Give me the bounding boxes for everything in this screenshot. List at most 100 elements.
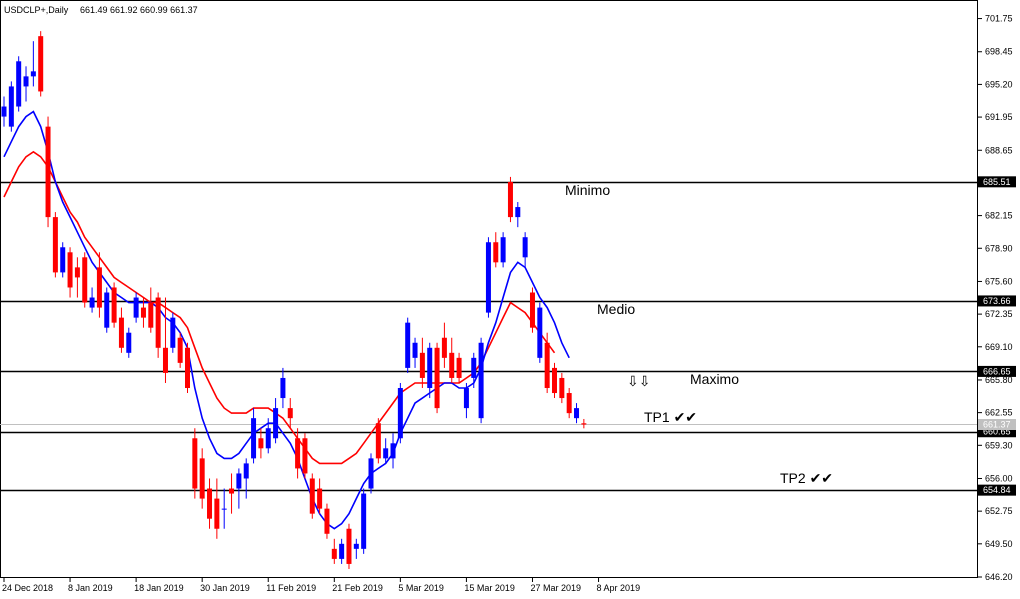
x-tick-label: 5 Mar 2019 xyxy=(398,583,444,593)
candle-body xyxy=(287,408,293,419)
candle-body xyxy=(16,61,22,107)
price-tag-label: 661.37 xyxy=(983,419,1011,429)
y-tick-label: 672.35 xyxy=(985,309,1013,319)
candle-body xyxy=(383,448,389,459)
candle-body xyxy=(485,242,491,313)
candle-body xyxy=(552,367,557,394)
candle-body xyxy=(471,357,477,378)
candle-body xyxy=(405,322,411,368)
candle-body xyxy=(346,528,352,564)
candle-body xyxy=(566,393,572,414)
candle-body xyxy=(118,317,124,348)
candle-body xyxy=(493,242,499,263)
candle-body xyxy=(544,342,550,389)
y-tick-label: 656.00 xyxy=(985,473,1013,483)
candle-body xyxy=(38,36,44,92)
candle-body xyxy=(258,438,264,449)
y-tick-label: 701.75 xyxy=(985,14,1013,24)
candle xyxy=(82,252,88,308)
candle-body xyxy=(243,463,249,479)
y-tick-label: 659.30 xyxy=(985,440,1013,450)
candle-body xyxy=(229,488,235,494)
price-chart[interactable]: USDCLP+,Daily 661.49 661.92 660.99 661.3… xyxy=(0,0,1020,599)
candle-body xyxy=(265,428,271,449)
price-tag-label: 654.84 xyxy=(983,485,1011,495)
candle-body xyxy=(133,297,139,318)
candle-body xyxy=(441,337,447,358)
candle-body xyxy=(273,408,279,439)
candle-body xyxy=(162,347,168,373)
candle-body xyxy=(390,443,396,459)
candle xyxy=(485,237,491,318)
x-axis: 24 Dec 2018 8 Jan 2019 18 Jan 2019 30 Jan 2… xyxy=(2,577,640,593)
candle-body xyxy=(529,292,535,328)
candle-body xyxy=(251,418,257,459)
candle-body xyxy=(148,302,154,328)
candle-body xyxy=(559,377,565,399)
x-tick-label: 30 Jan 2019 xyxy=(200,583,250,593)
candle xyxy=(324,503,330,539)
candle-body xyxy=(170,317,176,348)
candle-body xyxy=(522,237,528,258)
price-tag-label: 685.51 xyxy=(983,177,1011,187)
candle xyxy=(507,176,513,223)
candle xyxy=(16,56,22,112)
candle xyxy=(346,523,352,569)
annotation-tp1: TP1 ✔✔ xyxy=(644,409,697,425)
candle-body xyxy=(537,307,543,358)
x-tick-label: 8 Apr 2019 xyxy=(597,583,641,593)
candle xyxy=(111,282,117,328)
candle-body xyxy=(8,86,14,127)
candle-body xyxy=(302,438,308,474)
candle-body xyxy=(82,257,88,303)
y-tick-label: 678.90 xyxy=(985,243,1013,253)
candle-body xyxy=(317,488,323,509)
candle xyxy=(478,337,484,424)
ohlc-values: 661.49 661.92 660.99 661.37 xyxy=(80,5,198,15)
candle xyxy=(537,302,543,363)
candle-body xyxy=(507,181,513,218)
candle-body xyxy=(140,307,146,318)
y-tick-label: 698.45 xyxy=(985,47,1013,57)
candle xyxy=(8,81,14,132)
candle-body xyxy=(331,548,337,559)
candle xyxy=(302,433,308,479)
candle-body xyxy=(449,352,455,378)
candle-body xyxy=(361,493,367,549)
candle-body xyxy=(30,71,36,77)
candle xyxy=(375,418,381,464)
candle-body xyxy=(463,388,469,409)
candle xyxy=(52,212,58,278)
candle-body xyxy=(412,342,418,358)
y-tick-label: 649.50 xyxy=(985,539,1013,549)
candle-body xyxy=(500,237,506,263)
candle-body xyxy=(126,332,132,353)
candle-body xyxy=(515,207,521,218)
y-tick-label: 652.75 xyxy=(985,506,1013,516)
candle-body xyxy=(192,438,198,489)
candle-body xyxy=(434,347,440,409)
y-tick-label: 646.20 xyxy=(985,572,1013,582)
candle xyxy=(309,473,315,519)
candle-body xyxy=(236,473,242,489)
candle-body xyxy=(177,337,183,363)
candle xyxy=(368,453,374,494)
candle xyxy=(405,317,411,373)
candle xyxy=(104,287,110,333)
candle-body xyxy=(397,388,403,439)
candle-body xyxy=(419,352,425,378)
candle-body xyxy=(295,438,301,469)
x-tick-label: 18 Jan 2019 xyxy=(134,583,184,593)
candle-body xyxy=(74,267,80,278)
symbol-label: USDCLP+,Daily xyxy=(4,5,69,15)
annotation-tp2: TP2 ✔✔ xyxy=(780,470,833,486)
candle-body xyxy=(155,297,161,348)
candle-body xyxy=(214,498,220,529)
candle-body xyxy=(324,508,330,534)
candle-body xyxy=(96,267,102,308)
y-tick-label: 682.15 xyxy=(985,211,1013,221)
price-tag-label: 673.66 xyxy=(983,296,1011,306)
candle xyxy=(397,382,403,444)
price-tag-label: 666.65 xyxy=(983,366,1011,376)
y-tick-label: 688.65 xyxy=(985,145,1013,155)
